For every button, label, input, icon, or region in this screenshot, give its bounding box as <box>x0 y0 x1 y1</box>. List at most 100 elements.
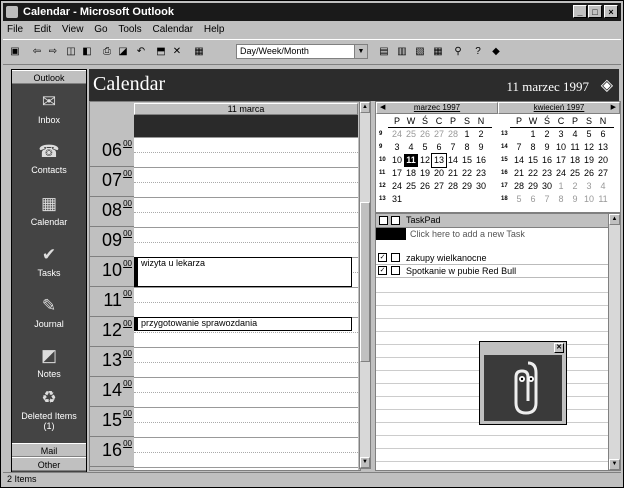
day-cell[interactable]: 8 <box>554 193 568 206</box>
day-cell[interactable]: 29 <box>460 180 474 193</box>
day-cell[interactable]: 18 <box>404 167 418 180</box>
day-cell[interactable]: 18 <box>568 154 582 167</box>
scroll-up-icon[interactable]: ▲ <box>609 214 620 225</box>
other-group-button[interactable]: Other <box>12 457 86 471</box>
task-row[interactable]: ✓ zakupy wielkanocne <box>376 252 608 265</box>
day-cell[interactable]: 2 <box>474 128 488 141</box>
taskpad-header[interactable]: TaskPad <box>376 214 608 228</box>
day-cell[interactable]: 8 <box>526 141 540 154</box>
day-cell[interactable]: 25 <box>404 128 418 141</box>
task-complete-checkbox[interactable] <box>391 253 400 262</box>
outlook-bar-item-deleted-items[interactable]: ♻ Deleted Items (1) <box>12 388 86 431</box>
day-cell[interactable]: 12 <box>582 141 596 154</box>
day-cell[interactable]: 17 <box>554 154 568 167</box>
menu-calendar[interactable]: Calendar <box>148 22 197 35</box>
day-cell[interactable]: 30 <box>540 180 554 193</box>
day-cell[interactable]: 24 <box>554 167 568 180</box>
day-cell[interactable]: 14 <box>446 154 460 167</box>
day-cell[interactable]: 22 <box>460 167 474 180</box>
day-cell[interactable]: 3 <box>582 180 596 193</box>
day-cell[interactable]: 19 <box>418 167 432 180</box>
outlook-bar-item-journal[interactable]: ✎ Journal <box>12 296 86 329</box>
close-icon[interactable]: ✕ <box>554 343 564 353</box>
outlook-bar-item-notes[interactable]: ◩ Notes <box>12 346 86 379</box>
task-row[interactable]: ✓ Spotkanie w pubie Red Bull <box>376 265 608 278</box>
day-cell[interactable]: 16 <box>474 154 488 167</box>
menu-edit[interactable]: Edit <box>30 22 55 35</box>
menu-file[interactable]: File <box>3 22 27 35</box>
day-cell[interactable]: 20 <box>596 154 610 167</box>
next-month-icon[interactable]: ▶ <box>611 103 616 113</box>
day-cell[interactable]: 31 <box>390 193 404 206</box>
day-cell[interactable]: 7 <box>446 141 460 154</box>
minimize-button[interactable]: _ <box>573 5 587 18</box>
day-cell[interactable]: 15 <box>460 154 474 167</box>
day-cell[interactable]: 16 <box>540 154 554 167</box>
day-view-icon[interactable]: ▤ <box>376 44 392 59</box>
day-cell[interactable]: 9 <box>474 141 488 154</box>
day-cell[interactable]: 10 <box>554 141 568 154</box>
menu-tools[interactable]: Tools <box>114 22 145 35</box>
day-cell[interactable]: 4 <box>404 141 418 154</box>
move-icon[interactable]: ⬒ <box>153 44 169 59</box>
day-cell[interactable]: 3 <box>390 141 404 154</box>
week-view-icon[interactable]: ▥ <box>394 44 410 59</box>
day-cell[interactable]: 6 <box>526 193 540 206</box>
day-cell[interactable]: 12 <box>418 154 432 167</box>
maximize-button[interactable]: □ <box>588 5 602 18</box>
day-cell[interactable]: 28 <box>512 180 526 193</box>
day-cell[interactable]: 19 <box>582 154 596 167</box>
task-icon-column-icon[interactable] <box>379 216 388 225</box>
task-complete-checkbox[interactable] <box>391 266 400 275</box>
day-cell[interactable]: 25 <box>404 180 418 193</box>
folder-title[interactable]: Calendar <box>93 73 165 96</box>
day-cell[interactable]: 6 <box>432 141 446 154</box>
day-cell[interactable]: 7 <box>512 141 526 154</box>
day-cell[interactable]: 25 <box>568 167 582 180</box>
menu-view[interactable]: View <box>58 22 88 35</box>
day-cell[interactable]: 5 <box>512 193 526 206</box>
day-cell[interactable]: 27 <box>596 167 610 180</box>
outlook-group-button[interactable]: Outlook <box>12 70 86 84</box>
day-cell[interactable]: 24 <box>390 128 404 141</box>
day-cell[interactable]: 28 <box>446 180 460 193</box>
outlook-bar-item-contacts[interactable]: ☎ Contacts <box>12 142 86 175</box>
close-button[interactable]: × <box>604 5 618 18</box>
day-cell[interactable]: 27 <box>432 180 446 193</box>
day-cell[interactable]: 23 <box>474 167 488 180</box>
day-cell[interactable]: 26 <box>418 128 432 141</box>
folder-list-icon[interactable]: ◧ <box>79 44 95 59</box>
day-cell[interactable]: 21 <box>446 167 460 180</box>
chevron-down-icon[interactable]: ▼ <box>354 45 367 58</box>
all-day-event-area[interactable] <box>134 115 358 137</box>
appointment[interactable]: wizyta u lekarza <box>134 257 352 287</box>
undo-icon[interactable]: ↶ <box>133 44 149 59</box>
new-item-icon[interactable]: ▣ <box>7 44 23 59</box>
print-icon[interactable]: ⎙ <box>99 44 115 59</box>
office-assistant[interactable]: ✕ <box>479 341 567 425</box>
day-cell[interactable]: 5 <box>418 141 432 154</box>
day-cell[interactable]: 13 <box>596 141 610 154</box>
menu-help[interactable]: Help <box>200 22 229 35</box>
day-cell[interactable]: 14 <box>512 154 526 167</box>
day-cell[interactable]: 9 <box>568 193 582 206</box>
day-cell[interactable]: 15 <box>526 154 540 167</box>
calendar-app-icon[interactable] <box>6 6 18 18</box>
month-view-icon[interactable]: ▦ <box>430 44 446 59</box>
goto-today-icon[interactable]: ▦ <box>191 44 207 59</box>
day-cell[interactable]: 26 <box>418 180 432 193</box>
day-cell[interactable]: 23 <box>540 167 554 180</box>
scroll-down-icon[interactable]: ▼ <box>360 457 370 468</box>
selected-day-cell[interactable]: 11 <box>404 154 418 167</box>
time-slot-grid[interactable]: wizyta u lekarza przygotowanie sprawozda… <box>134 137 358 470</box>
day-cell[interactable]: 29 <box>526 180 540 193</box>
today-day-cell[interactable]: 13 <box>431 153 447 168</box>
outlook-bar-item-tasks[interactable]: ✔ Tasks <box>12 245 86 278</box>
day-cell[interactable]: 1 <box>554 180 568 193</box>
day-cell[interactable]: 21 <box>512 167 526 180</box>
scroll-up-icon[interactable]: ▲ <box>360 102 370 113</box>
day-cell[interactable]: 2 <box>568 180 582 193</box>
outlook-bar-item-inbox[interactable]: ✉ Inbox <box>12 92 86 125</box>
day-cell[interactable]: 26 <box>582 167 596 180</box>
back-icon[interactable]: ⇦ <box>29 44 45 59</box>
